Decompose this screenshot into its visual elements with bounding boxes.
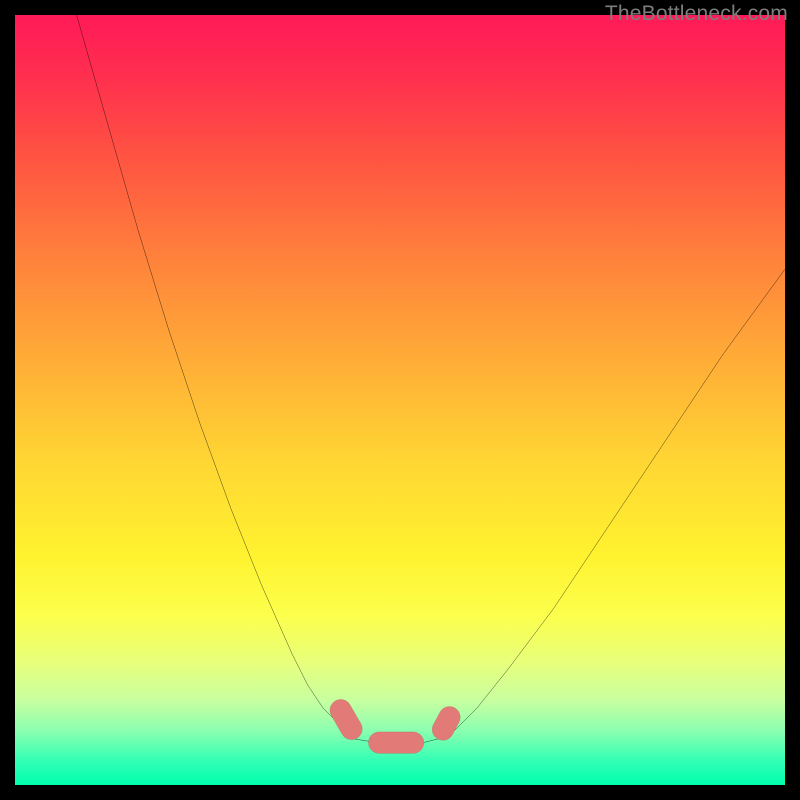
- left-curve: [77, 15, 354, 739]
- marker-shape: [428, 703, 464, 744]
- marker-2: [428, 703, 464, 744]
- watermark-text: TheBottleneck.com: [605, 2, 788, 26]
- marker-shape: [368, 732, 423, 754]
- marker-0: [326, 695, 366, 743]
- plot-area: [15, 15, 785, 785]
- marker-1: [368, 732, 423, 754]
- marker-shape: [326, 695, 366, 743]
- right-curve: [439, 269, 786, 739]
- markers-group: [326, 695, 464, 753]
- chart-svg: [15, 15, 785, 785]
- chart-frame: TheBottleneck.com: [0, 0, 800, 800]
- curves-group: [77, 15, 785, 743]
